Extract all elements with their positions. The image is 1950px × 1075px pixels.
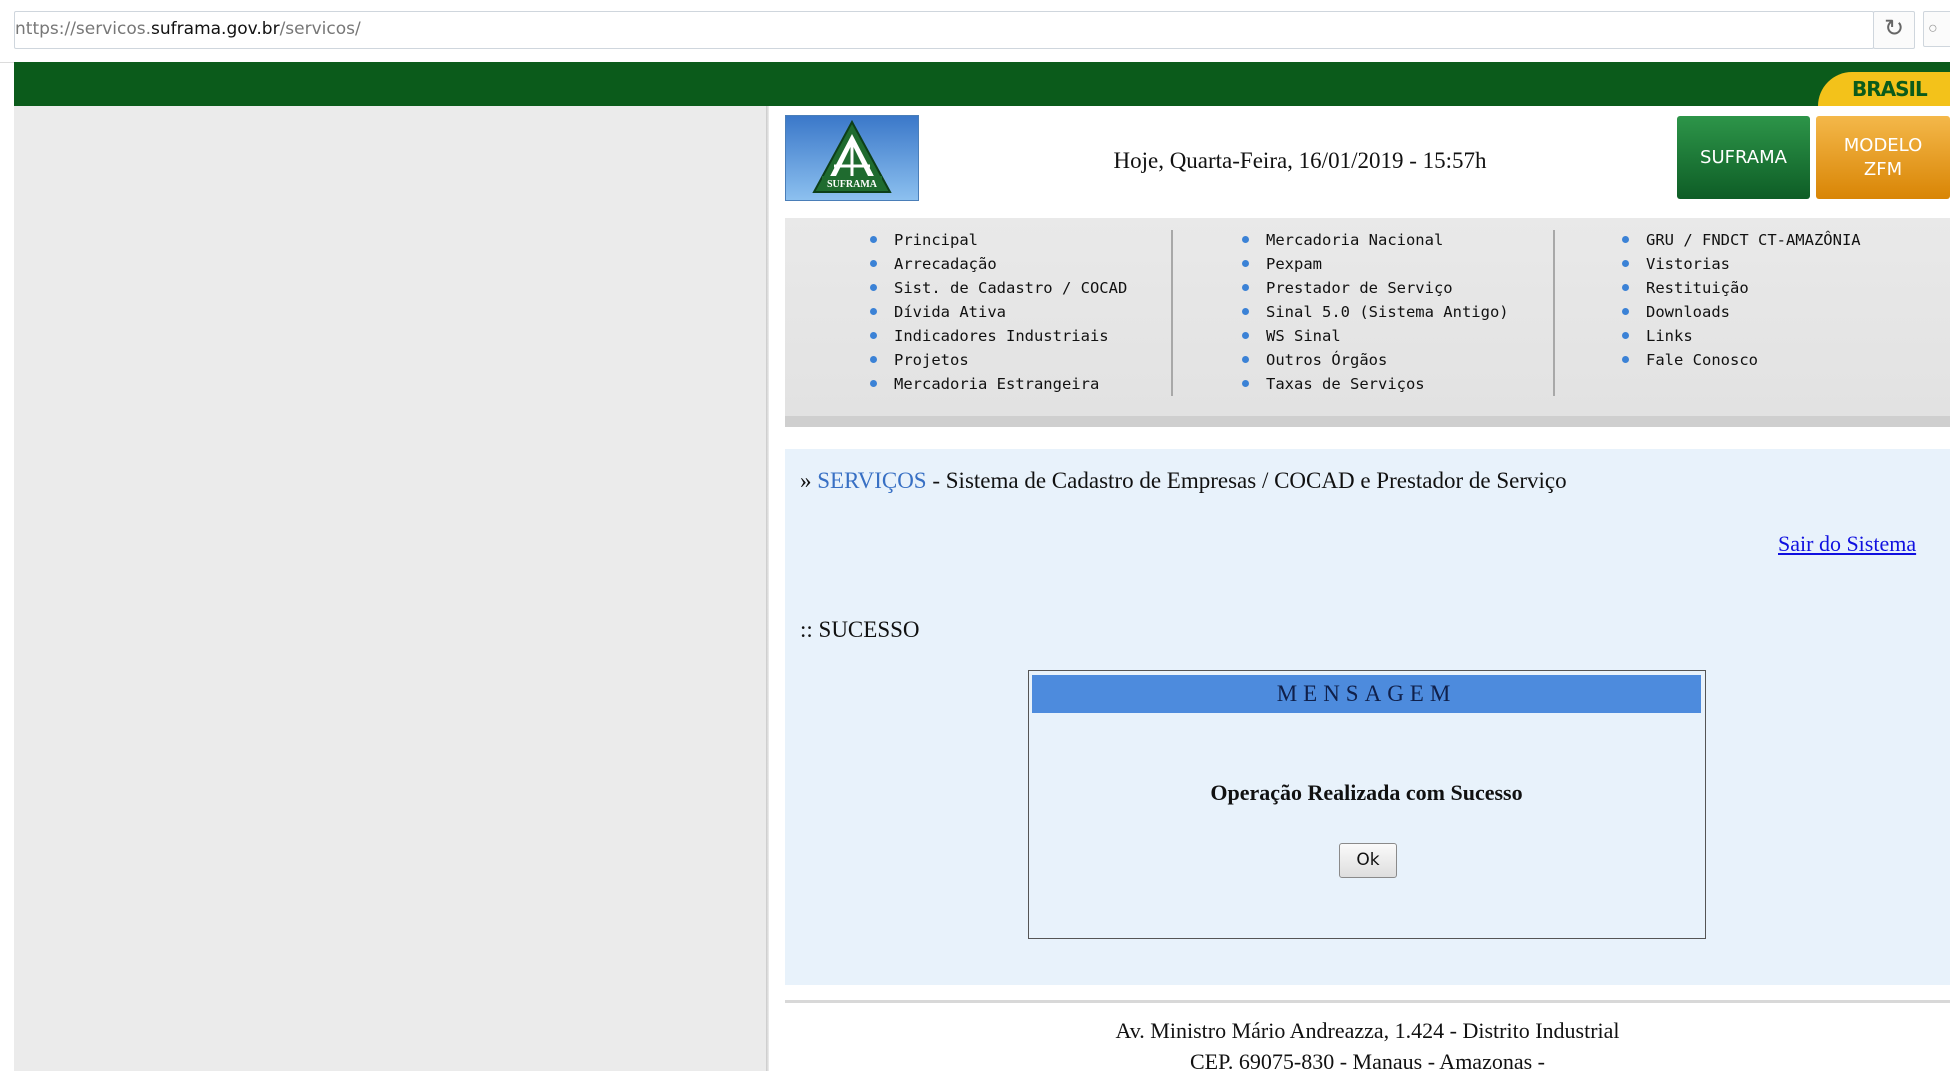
breadcrumb-current: - Sistema de Cadastro de Empresas / COCA… — [926, 468, 1567, 493]
url-field[interactable]: nttps://servicos.suframa.gov.br/servicos… — [14, 11, 1874, 49]
svg-text:SUFRAMA: SUFRAMA — [827, 179, 878, 190]
menu-item-links[interactable]: Links — [1621, 324, 1861, 348]
menu-item-divida-ativa[interactable]: Dívida Ativa — [869, 300, 1127, 324]
government-bar — [14, 62, 1950, 106]
page-left-margin — [14, 106, 766, 1071]
menu-item-mercadoria-estrangeira[interactable]: Mercadoria Estrangeira — [869, 372, 1127, 396]
dialog-title: MENSAGEM — [1032, 675, 1701, 713]
menu-item-pexpam[interactable]: Pexpam — [1241, 252, 1509, 276]
browser-address-bar: nttps://servicos.suframa.gov.br/servicos… — [0, 0, 1950, 63]
menu-item-restituicao[interactable]: Restituição — [1621, 276, 1861, 300]
menu-item-downloads[interactable]: Downloads — [1621, 300, 1861, 324]
menu-separator — [1171, 230, 1173, 396]
footer-cep: CEP. 69075-830 - Manaus - Amazonas - — [1189, 1049, 1545, 1074]
ok-button[interactable]: Ok — [1339, 843, 1397, 878]
menu-column-1: Principal Arrecadação Sist. de Cadastro … — [869, 228, 1127, 396]
breadcrumb-servicos-link[interactable]: SERVIÇOS — [817, 468, 926, 493]
footer-divider — [785, 1000, 1950, 1003]
menu-item-prestador-servico[interactable]: Prestador de Serviço — [1241, 276, 1509, 300]
modelo-zfm-line1: MODELO — [1843, 135, 1923, 156]
modelo-zfm-line2: ZFM — [1863, 159, 1903, 180]
menu-item-principal[interactable]: Principal — [869, 228, 1127, 252]
logout-link[interactable]: Sair do Sistema — [1778, 531, 1916, 557]
modelo-zfm-button[interactable]: MODELO ZFM — [1816, 116, 1950, 199]
menu-separator — [1553, 230, 1555, 396]
breadcrumb: » SERVIÇOS - Sistema de Cadastro de Empr… — [800, 468, 1567, 494]
menu-item-indicadores[interactable]: Indicadores Industriais — [869, 324, 1127, 348]
menu-item-fale-conosco[interactable]: Fale Conosco — [1621, 348, 1861, 372]
reload-icon[interactable]: ↻ — [1873, 11, 1915, 49]
menu-item-mercadoria-nacional[interactable]: Mercadoria Nacional — [1241, 228, 1509, 252]
menu-item-gru-fndct[interactable]: GRU / FNDCT CT-AMAZÔNIA — [1621, 228, 1861, 252]
main-menu: Principal Arrecadação Sist. de Cadastro … — [785, 218, 1950, 427]
footer-address: Av. Ministro Mário Andreazza, 1.424 - Di… — [1115, 1018, 1620, 1043]
menu-item-cocad[interactable]: Sist. de Cadastro / COCAD — [869, 276, 1127, 300]
menu-column-3: GRU / FNDCT CT-AMAZÔNIA Vistorias Restit… — [1621, 228, 1861, 372]
menu-column-2: Mercadoria Nacional Pexpam Prestador de … — [1241, 228, 1509, 396]
menu-item-taxas-servicos[interactable]: Taxas de Serviços — [1241, 372, 1509, 396]
suframa-button[interactable]: SUFRAMA — [1677, 116, 1810, 199]
menu-item-projetos[interactable]: Projetos — [869, 348, 1127, 372]
menu-item-sinal-5[interactable]: Sinal 5.0 (Sistema Antigo) — [1241, 300, 1509, 324]
dialog-message: Operação Realizada com Sucesso — [1210, 780, 1523, 805]
status-heading: :: SUCESSO — [800, 617, 920, 642]
suframa-logo-icon: SUFRAMA — [812, 119, 892, 193]
breadcrumb-prefix: » — [800, 468, 818, 493]
suframa-logo[interactable]: SUFRAMA — [785, 115, 919, 201]
brasil-label[interactable]: BRASIL — [1852, 77, 1928, 101]
browser-extra-button[interactable]: ○ — [1923, 11, 1950, 47]
menu-item-vistorias[interactable]: Vistorias — [1621, 252, 1861, 276]
menu-item-ws-sinal[interactable]: WS Sinal — [1241, 324, 1509, 348]
menu-item-arrecadacao[interactable]: Arrecadação — [869, 252, 1127, 276]
url-text: nttps://servicos.suframa.gov.br/servicos… — [15, 19, 361, 39]
menu-item-outros-orgaos[interactable]: Outros Órgãos — [1241, 348, 1509, 372]
current-datetime: Hoje, Quarta-Feira, 16/01/2019 - 15:57h — [1113, 148, 1487, 173]
